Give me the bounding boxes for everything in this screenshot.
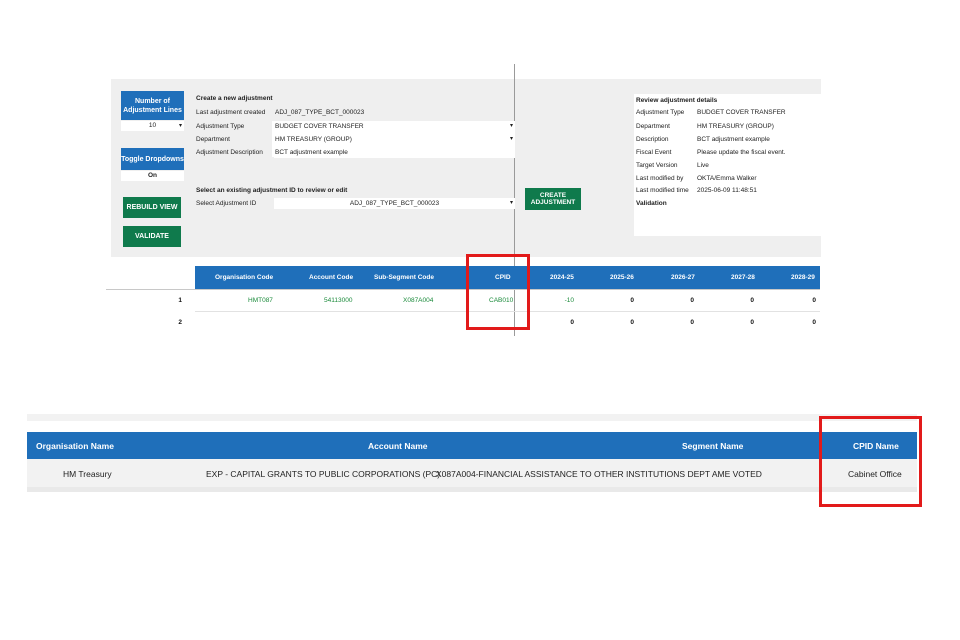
select-id-label: Select Adjustment ID — [196, 200, 257, 207]
grid-cell-year[interactable]: 0 — [704, 319, 754, 326]
review-row-label: Last modified time — [636, 187, 689, 194]
department-label: Department — [196, 136, 230, 143]
cpid-highlight-box — [466, 254, 530, 330]
adjustment-type-dropdown[interactable]: BUDGET COVER TRANSFER ▾ — [274, 122, 515, 132]
grid-header-cell: 2028-29 — [791, 274, 815, 281]
toggle-dropdowns-label: Toggle Dropdowns — [121, 148, 184, 170]
grid-header-cell: 2026-27 — [671, 274, 695, 281]
review-heading: Review adjustment details — [636, 97, 718, 104]
grid-header-cell: Sub-Segment Code — [374, 274, 434, 281]
grid-header-cell: 2027-28 — [731, 274, 755, 281]
row-number: 1 — [178, 297, 182, 304]
lookup-bottom-strip — [27, 487, 917, 492]
description-input[interactable]: BCT adjustment example — [274, 148, 515, 158]
lookup-top-strip — [27, 414, 917, 421]
chevron-down-icon: ▾ — [509, 200, 513, 206]
review-row-value: BUDGET COVER TRANSFER — [697, 109, 786, 116]
lookup-cell-account-name: EXP - CAPITAL GRANTS TO PUBLIC CORPORATI… — [206, 469, 441, 479]
lookup-header-cell: Account Name — [368, 441, 428, 451]
toggle-dropdowns-text: Toggle Dropdowns — [121, 155, 184, 163]
toggle-value-text: On — [147, 172, 158, 179]
create-heading: Create a new adjustment — [196, 95, 273, 102]
chevron-down-icon: ▾ — [178, 123, 182, 129]
grid-cell-year[interactable]: 0 — [584, 319, 634, 326]
description-value: BCT adjustment example — [275, 149, 348, 156]
grid-header-cell: 2024-25 — [550, 274, 574, 281]
review-row-value: Please update the fiscal event. — [697, 149, 786, 156]
select-id-value: ADJ_087_TYPE_BCT_000023 — [349, 200, 440, 207]
lookup-header-cell: Organisation Name — [36, 441, 114, 451]
lookup-header-cell: Segment Name — [682, 441, 744, 451]
grid-cell-org-code[interactable]: HMT087 — [248, 297, 273, 304]
description-label: Adjustment Description — [196, 149, 263, 156]
num-lines-dropdown[interactable]: 10 ▾ — [121, 121, 184, 131]
validation-label: Validation — [636, 200, 667, 207]
grid-header-cell: 2025-26 — [610, 274, 634, 281]
last-created-value: ADJ_087_TYPE_BCT_000023 — [275, 109, 365, 116]
create-adjustment-label: CREATE ADJUSTMENT — [530, 192, 576, 206]
chevron-down-icon: ▾ — [509, 136, 513, 142]
review-row-label: Last modified by — [636, 175, 684, 182]
grid-cell-year[interactable]: 0 — [644, 297, 694, 304]
review-row-value: 2025-06-09 11:48:51 — [697, 187, 757, 194]
adjustment-type-value: BUDGET COVER TRANSFER — [275, 123, 364, 130]
department-dropdown[interactable]: HM TREASURY (GROUP) ▾ — [274, 135, 515, 145]
review-row-label: Description — [636, 136, 669, 143]
cpid-name-highlight-box — [819, 416, 922, 507]
lookup-cell-org-name: HM Treasury — [63, 469, 112, 479]
grid-header-underline — [106, 289, 820, 290]
select-heading: Select an existing adjustment ID to revi… — [196, 187, 348, 194]
grid-cell-year[interactable]: 0 — [766, 297, 816, 304]
review-row-value: Live — [697, 162, 709, 169]
grid-cell-year[interactable]: 0 — [766, 319, 816, 326]
lookup-cell-segment-name: X087A004-FINANCIAL ASSISTANCE TO OTHER I… — [436, 469, 762, 479]
rebuild-view-label: REBUILD VIEW — [126, 204, 178, 211]
grid-header-cell: Organisation Code — [215, 274, 274, 281]
num-lines-text: Number of Adjustment Lines — [123, 97, 182, 114]
grid-cell-segment-code[interactable]: X087A004 — [403, 297, 433, 304]
create-adjustment-button[interactable]: CREATE ADJUSTMENT — [525, 188, 581, 210]
grid-cell-year[interactable]: 0 — [644, 319, 694, 326]
validate-label: VALIDATE — [135, 233, 169, 240]
review-row-label: Fiscal Event — [636, 149, 672, 156]
validate-button[interactable]: VALIDATE — [123, 226, 181, 247]
adjustment-type-label: Adjustment Type — [196, 123, 245, 130]
num-lines-value: 10 — [148, 122, 157, 129]
grid-cell-year[interactable]: 0 — [584, 297, 634, 304]
grid-cell-year[interactable]: -10 — [524, 297, 574, 304]
lookup-header: Organisation Name Account Name Segment N… — [27, 432, 917, 459]
review-row-value: OKTA/Emma Walker — [697, 175, 757, 182]
grid-header-cell: Account Code — [309, 274, 354, 281]
review-row-value: HM TREASURY (GROUP) — [697, 123, 774, 130]
review-row-label: Department — [636, 123, 670, 130]
rebuild-view-button[interactable]: REBUILD VIEW — [123, 197, 181, 218]
last-created-label: Last adjustment created — [196, 109, 266, 116]
department-value: HM TREASURY (GROUP) — [275, 136, 352, 143]
review-row-value: BCT adjustment example — [697, 136, 770, 143]
grid-cell-year[interactable]: 0 — [524, 319, 574, 326]
grid-cell-year[interactable]: 0 — [704, 297, 754, 304]
review-row-label: Adjustment Type — [636, 109, 685, 116]
row-number: 2 — [178, 319, 182, 326]
chevron-down-icon: ▾ — [509, 123, 513, 129]
grid-cell-account-code[interactable]: 54113000 — [324, 297, 352, 304]
review-row-label: Target Version — [636, 162, 678, 169]
num-lines-label: Number of Adjustment Lines — [121, 91, 184, 120]
toggle-dropdowns-value[interactable]: On — [121, 171, 184, 181]
select-id-dropdown[interactable]: ADJ_087_TYPE_BCT_000023 ▾ — [274, 198, 515, 209]
